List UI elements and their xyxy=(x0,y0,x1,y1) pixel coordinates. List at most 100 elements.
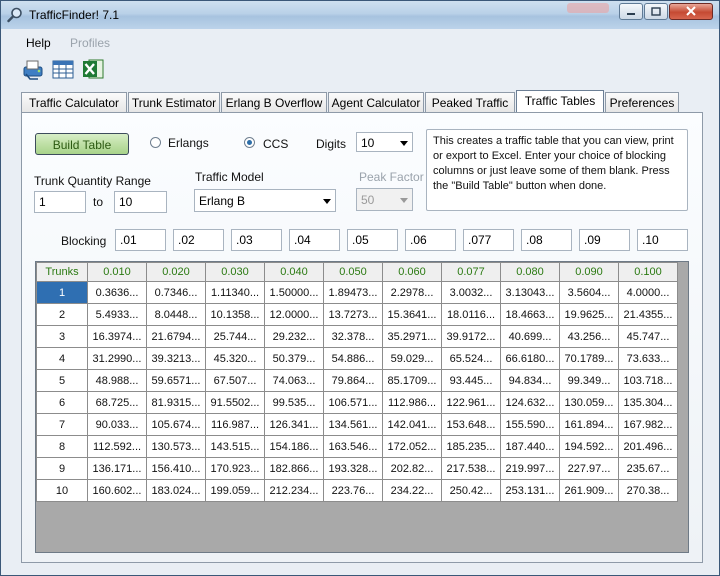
table-cell[interactable]: 135.304... xyxy=(618,391,678,414)
peak-factor-select[interactable]: 50 xyxy=(356,188,413,211)
table-cell[interactable]: 136.171... xyxy=(87,457,147,480)
table-icon[interactable] xyxy=(51,57,75,81)
table-cell[interactable]: 250.42... xyxy=(441,479,501,502)
table-cell[interactable]: 15.3641... xyxy=(382,303,442,326)
table-cell[interactable]: 234.22... xyxy=(382,479,442,502)
table-cell[interactable]: 85.1709... xyxy=(382,369,442,392)
blocking-input[interactable] xyxy=(579,229,630,251)
table-cell[interactable]: 90.033... xyxy=(87,413,147,436)
table-cell[interactable]: 219.997... xyxy=(500,457,560,480)
table-cell[interactable]: 112.592... xyxy=(87,435,147,458)
tab-trunk-estimator[interactable]: Trunk Estimator xyxy=(128,92,220,112)
table-cell[interactable]: 194.592... xyxy=(559,435,619,458)
row-header-cell[interactable]: 4 xyxy=(36,347,88,370)
minimize-button[interactable] xyxy=(619,3,643,20)
table-row[interactable]: 1 0.3636... 0.7346... 1.11340... 1.50000... 1… xyxy=(36,281,678,304)
table-cell[interactable]: 163.546... xyxy=(323,435,383,458)
table-cell[interactable]: 2.2978... xyxy=(382,281,442,304)
table-cell[interactable]: 8.0448... xyxy=(146,303,206,326)
build-table-button[interactable]: Build Table xyxy=(35,133,129,155)
row-header-cell[interactable]: 6 xyxy=(36,391,88,414)
table-cell[interactable]: 223.76... xyxy=(323,479,383,502)
excel-icon[interactable] xyxy=(81,57,105,81)
blocking-input[interactable] xyxy=(173,229,224,251)
column-header[interactable]: 0.090 xyxy=(559,262,619,282)
tab-preferences[interactable]: Preferences xyxy=(605,92,679,112)
table-cell[interactable]: 18.4663... xyxy=(500,303,560,326)
table-cell[interactable]: 35.2971... xyxy=(382,325,442,348)
table-cell[interactable]: 68.725... xyxy=(87,391,147,414)
table-cell[interactable]: 167.982... xyxy=(618,413,678,436)
table-cell[interactable]: 39.3213... xyxy=(146,347,206,370)
table-row[interactable]: 3 16.3974... 21.6794... 25.744... 29.232... 3… xyxy=(36,325,678,348)
table-cell[interactable]: 161.894... xyxy=(559,413,619,436)
table-cell[interactable]: 202.82... xyxy=(382,457,442,480)
maximize-button[interactable] xyxy=(644,3,668,20)
menu-help[interactable]: Help xyxy=(26,36,51,50)
table-cell[interactable]: 79.864... xyxy=(323,369,383,392)
column-header[interactable]: 0.010 xyxy=(87,262,147,282)
table-cell[interactable]: 3.5604... xyxy=(559,281,619,304)
table-cell[interactable]: 3.13043... xyxy=(500,281,560,304)
table-cell[interactable]: 1.89473... xyxy=(323,281,383,304)
table-cell[interactable]: 48.988... xyxy=(87,369,147,392)
table-cell[interactable]: 74.063... xyxy=(264,369,324,392)
table-cell[interactable]: 59.029... xyxy=(382,347,442,370)
row-header-cell[interactable]: 9 xyxy=(36,457,88,480)
tab-agent-calculator[interactable]: Agent Calculator xyxy=(328,92,424,112)
blocking-input[interactable] xyxy=(521,229,572,251)
menu-profiles[interactable]: Profiles xyxy=(70,36,110,50)
column-header[interactable]: 0.050 xyxy=(323,262,383,282)
table-cell[interactable]: 199.059... xyxy=(205,479,265,502)
table-cell[interactable]: 193.328... xyxy=(323,457,383,480)
table-cell[interactable]: 40.699... xyxy=(500,325,560,348)
table-cell[interactable]: 212.234... xyxy=(264,479,324,502)
row-header-cell[interactable]: 7 xyxy=(36,413,88,436)
blocking-input[interactable] xyxy=(289,229,340,251)
table-cell[interactable]: 99.535... xyxy=(264,391,324,414)
table-cell[interactable]: 45.747... xyxy=(618,325,678,348)
traffic-model-select[interactable]: Erlang B xyxy=(194,189,336,212)
table-cell[interactable]: 253.131... xyxy=(500,479,560,502)
blocking-input[interactable] xyxy=(463,229,514,251)
blocking-input[interactable] xyxy=(637,229,688,251)
erlangs-radio[interactable] xyxy=(150,137,161,148)
table-cell[interactable]: 25.744... xyxy=(205,325,265,348)
tab-erlang-b-overflow[interactable]: Erlang B Overflow xyxy=(221,92,327,112)
column-header-trunks[interactable]: Trunks xyxy=(36,262,88,282)
trunk-from-input[interactable] xyxy=(34,191,86,213)
table-cell[interactable]: 185.235... xyxy=(441,435,501,458)
table-cell[interactable]: 45.320... xyxy=(205,347,265,370)
table-cell[interactable]: 21.6794... xyxy=(146,325,206,348)
digits-select[interactable]: 10 xyxy=(356,132,413,152)
table-cell[interactable]: 18.0116... xyxy=(441,303,501,326)
table-row[interactable]: 5 48.988... 59.6571... 67.507... 74.063... 79… xyxy=(36,369,678,392)
table-cell[interactable]: 67.507... xyxy=(205,369,265,392)
column-header[interactable]: 0.100 xyxy=(618,262,678,282)
table-cell[interactable]: 10.1358... xyxy=(205,303,265,326)
table-cell[interactable]: 31.2990... xyxy=(87,347,147,370)
table-row[interactable]: 7 90.033... 105.674... 116.987... 126.341...… xyxy=(36,413,678,436)
column-header[interactable]: 0.020 xyxy=(146,262,206,282)
table-cell[interactable]: 99.349... xyxy=(559,369,619,392)
table-cell[interactable]: 66.6180... xyxy=(500,347,560,370)
table-cell[interactable]: 19.9625... xyxy=(559,303,619,326)
table-cell[interactable]: 21.4355... xyxy=(618,303,678,326)
table-cell[interactable]: 217.538... xyxy=(441,457,501,480)
traffic-table-grid[interactable]: Trunks 0.010 0.020 0.030 0.040 0.050 0.060 0.07… xyxy=(35,261,689,553)
table-cell[interactable]: 227.97... xyxy=(559,457,619,480)
table-cell[interactable]: 130.573... xyxy=(146,435,206,458)
table-cell[interactable]: 154.186... xyxy=(264,435,324,458)
tab-traffic-calculator[interactable]: Traffic Calculator xyxy=(21,92,127,112)
table-cell[interactable]: 29.232... xyxy=(264,325,324,348)
table-cell[interactable]: 103.718... xyxy=(618,369,678,392)
table-cell[interactable]: 73.633... xyxy=(618,347,678,370)
print-icon[interactable] xyxy=(21,57,45,81)
table-cell[interactable]: 1.50000... xyxy=(264,281,324,304)
row-header-cell[interactable]: 10 xyxy=(36,479,88,502)
table-cell[interactable]: 126.341... xyxy=(264,413,324,436)
table-cell[interactable]: 172.052... xyxy=(382,435,442,458)
column-header[interactable]: 0.030 xyxy=(205,262,265,282)
row-header-cell[interactable]: 3 xyxy=(36,325,88,348)
row-header-cell[interactable]: 8 xyxy=(36,435,88,458)
